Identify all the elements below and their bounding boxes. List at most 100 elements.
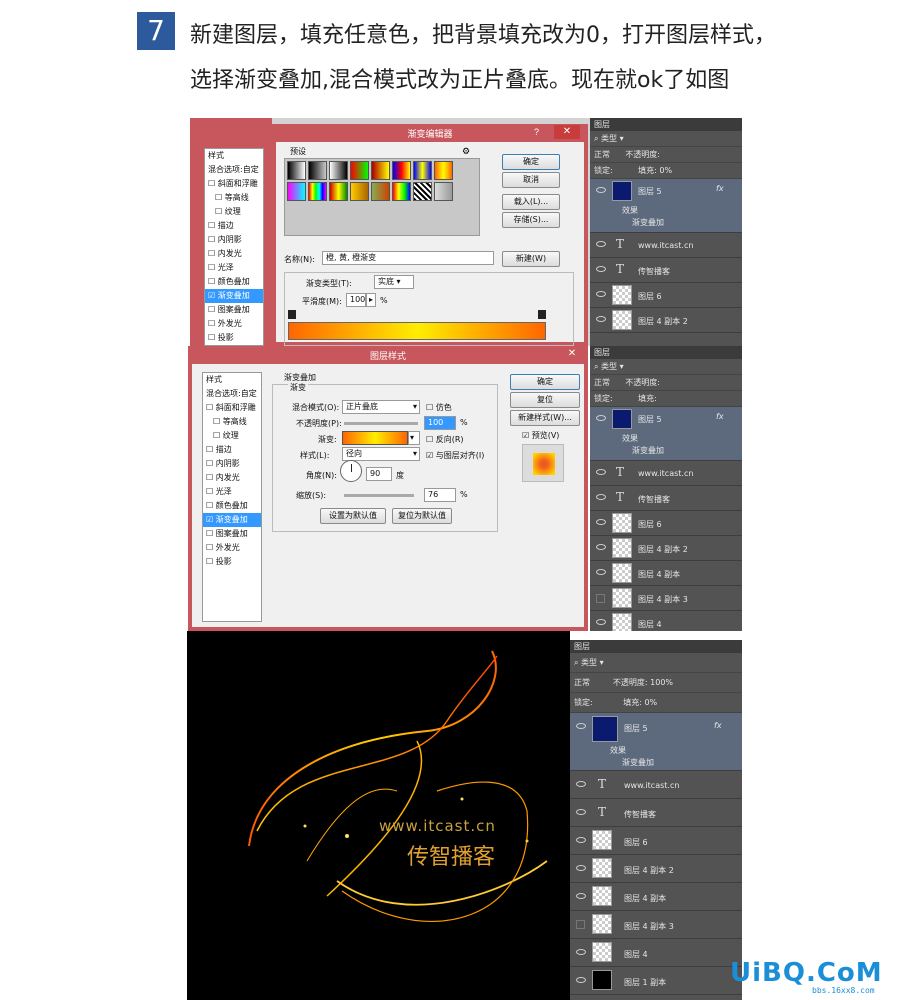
eye-icon[interactable] (596, 187, 606, 193)
blend-mode-bar[interactable]: 正常 不透明度: 100% (570, 673, 742, 693)
style-item[interactable]: ☐ 内阴影 (205, 233, 263, 247)
layers-tab[interactable]: 图层 (570, 640, 742, 653)
reset-button[interactable]: 复位 (510, 392, 580, 408)
cancel-button[interactable]: 取消 (502, 172, 560, 188)
layer-row[interactable]: T 传智播客 (590, 258, 742, 283)
eye-icon[interactable] (576, 723, 586, 729)
filter-bar[interactable]: ⌕ 类型 ▾ (590, 131, 742, 147)
style-item[interactable]: ☐ 斜面和浮雕 (205, 177, 263, 191)
layers-tab[interactable]: 图层 (590, 118, 742, 131)
lock-bar[interactable]: 锁定: 填充: 0% (570, 693, 742, 713)
layer-row[interactable]: 图层 4 副本 (570, 883, 742, 911)
style-item[interactable]: ☐ 图案叠加 (203, 527, 261, 541)
eye-icon[interactable] (596, 316, 606, 322)
new-gradient-button[interactable]: 新建(W) (502, 251, 560, 267)
style-item[interactable]: ☐ 纹理 (205, 205, 263, 219)
load-button[interactable]: 载入(L)... (502, 194, 560, 210)
style-select[interactable]: 径向 ▾ (342, 447, 420, 461)
layer-row[interactable]: Twww.itcast.cn (590, 233, 742, 258)
smoothness-stepper[interactable]: ▸ (366, 293, 376, 307)
help-icon[interactable]: ? (534, 127, 548, 138)
eye-icon[interactable] (596, 415, 606, 421)
opacity-input[interactable]: 100 (424, 416, 456, 430)
align-with-layer-checkbox[interactable]: ☑ 与图层对齐(I) (426, 450, 484, 461)
eye-icon[interactable] (596, 519, 606, 525)
dither-checkbox[interactable]: ☐ 仿色 (426, 402, 452, 413)
style-item[interactable]: ☐ 图案叠加 (205, 303, 263, 317)
layer-row[interactable]: T 传智播客 (590, 486, 742, 511)
style-item[interactable]: ☐ 等高线 (203, 415, 261, 429)
style-item[interactable]: ☐ 光泽 (203, 485, 261, 499)
style-item[interactable]: ☐ 斜面和浮雕 (203, 401, 261, 415)
ok-button[interactable]: 确定 (510, 374, 580, 390)
lock-bar[interactable]: 锁定: 填充: 0% (590, 163, 742, 179)
layer-row[interactable]: 图层 4 副本 2 (590, 308, 742, 333)
set-default-button[interactable]: 设置为默认值 (320, 508, 386, 524)
chevron-down-icon[interactable]: ▾ (408, 431, 420, 445)
layers-tab[interactable]: 图层 (590, 346, 742, 359)
style-item[interactable]: 混合选项:自定 (203, 387, 261, 401)
gradient-preset-swatch[interactable] (371, 161, 390, 180)
save-button[interactable]: 存储(S)... (502, 212, 560, 228)
style-item-selected[interactable]: ☑ 渐变叠加 (203, 513, 261, 527)
reverse-checkbox[interactable]: ☐ 反向(R) (426, 434, 464, 445)
eye-icon[interactable] (576, 865, 586, 871)
fx-icon[interactable]: fx (714, 721, 722, 730)
gradient-preset-swatch[interactable] (308, 161, 327, 180)
layer-row-selected[interactable]: 图层 5 fx 效果 渐变叠加 (590, 407, 742, 461)
preview-checkbox[interactable]: ☑ 预览(V) (522, 430, 559, 441)
layer-row[interactable]: 图层 6 (570, 827, 742, 855)
visibility-box[interactable] (596, 594, 605, 603)
gradient-preset-swatch[interactable] (434, 161, 453, 180)
layer-row[interactable]: 图层 6 (590, 283, 742, 308)
gradient-preset-swatch[interactable] (392, 182, 411, 201)
style-item[interactable]: ☐ 光泽 (205, 261, 263, 275)
visibility-box[interactable] (576, 920, 585, 929)
gradient-preset-swatch[interactable] (392, 161, 411, 180)
scale-input[interactable]: 76 (424, 488, 456, 502)
filter-bar[interactable]: ⌕ 类型 ▾ (590, 359, 742, 375)
lock-bar[interactable]: 锁定: 填充: (590, 391, 742, 407)
style-item[interactable]: ☐ 描边 (205, 219, 263, 233)
gradient-type-select[interactable]: 实底 ▾ (374, 275, 414, 289)
style-item[interactable]: ☐ 内发光 (205, 247, 263, 261)
style-item[interactable]: ☐ 内阴影 (203, 457, 261, 471)
layer-row-selected[interactable]: 图层 5 fx 效果 渐变叠加 (570, 713, 742, 771)
gradient-preset-swatch[interactable] (371, 182, 390, 201)
style-item[interactable]: ☐ 外发光 (203, 541, 261, 555)
fx-icon[interactable]: fx (716, 184, 724, 193)
style-item[interactable]: ☐ 颜色叠加 (205, 275, 263, 289)
new-style-button[interactable]: 新建样式(W)... (510, 410, 580, 426)
close-icon[interactable]: ✕ (554, 125, 580, 139)
layer-row[interactable]: 图层 4 (590, 611, 742, 631)
eye-icon[interactable] (596, 469, 606, 475)
style-item[interactable]: ☐ 外发光 (205, 317, 263, 331)
gradient-preset-swatch[interactable] (350, 161, 369, 180)
close-icon[interactable]: ✕ (564, 348, 580, 361)
eye-icon[interactable] (596, 544, 606, 550)
gradient-preset-swatch[interactable] (413, 161, 432, 180)
layer-row[interactable]: 图层 1 副本 (570, 967, 742, 995)
eye-icon[interactable] (576, 977, 586, 983)
gradient-bar[interactable] (288, 322, 546, 340)
reset-default-button[interactable]: 复位为默认值 (392, 508, 452, 524)
fx-icon[interactable]: fx (716, 412, 724, 421)
layer-row[interactable]: 图层 4 副本 2 (590, 536, 742, 561)
opacity-slider[interactable] (344, 422, 418, 425)
filter-bar[interactable]: ⌕ 类型 ▾ (570, 653, 742, 673)
opacity-stop-right[interactable] (538, 310, 546, 319)
eye-icon[interactable] (596, 569, 606, 575)
gradient-preset-swatch[interactable] (329, 182, 348, 201)
eye-icon[interactable] (576, 893, 586, 899)
gradient-picker[interactable] (342, 431, 408, 445)
style-item[interactable]: 混合选项:自定 (205, 163, 263, 177)
layer-row[interactable]: 图层 4 副本 3 (590, 586, 742, 611)
style-item[interactable]: ☐ 纹理 (203, 429, 261, 443)
eye-icon[interactable] (596, 241, 606, 247)
style-item[interactable]: ☐ 投影 (203, 555, 261, 569)
gradient-name-input[interactable]: 橙, 黄, 橙渐变 (322, 251, 494, 265)
angle-dial[interactable] (340, 460, 362, 482)
style-item[interactable]: ☐ 投影 (205, 331, 263, 345)
gradient-preset-swatch[interactable] (308, 182, 327, 201)
eye-icon[interactable] (596, 619, 606, 625)
